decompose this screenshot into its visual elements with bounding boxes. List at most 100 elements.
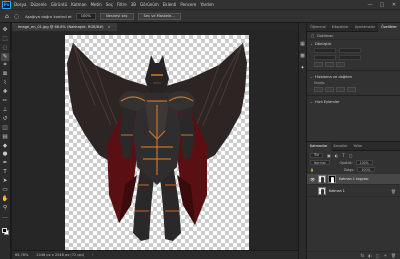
x-field[interactable] — [314, 55, 336, 60]
move-tool-icon[interactable]: ✥ — [1, 26, 9, 34]
zoom-tool-icon[interactable]: ⚲ — [1, 204, 9, 212]
frame-tool-icon[interactable]: ⊠ — [1, 70, 9, 78]
menu-file[interactable]: Dosya — [14, 2, 26, 7]
close-window-icon[interactable]: ✕ — [388, 0, 400, 9]
align-section[interactable]: ⌄ Hizalama ve dağıtım — [307, 73, 400, 80]
width-field[interactable] — [314, 48, 336, 53]
type-tool-icon[interactable]: T — [1, 168, 9, 176]
home-icon[interactable]: ⌂ — [5, 13, 9, 20]
flip-h-button[interactable] — [325, 62, 334, 67]
knight-artwork — [67, 42, 247, 241]
layer-row[interactable]: Katman 1 🗑 — [307, 186, 400, 197]
fx-icon[interactable]: fx — [361, 253, 365, 258]
document-canvas[interactable] — [65, 35, 249, 250]
sample-size-field[interactable]: 100% — [75, 12, 96, 20]
layer-name[interactable]: Katman 1 kopyası — [339, 177, 368, 181]
foreground-color-swatch[interactable] — [2, 228, 7, 233]
tab-layers[interactable]: Katmanlar — [307, 141, 331, 151]
brush-tool-icon[interactable]: ✏ — [1, 97, 9, 105]
quick-selection-tool-icon[interactable]: ✎ — [1, 52, 9, 61]
transform-section[interactable]: ⌄ Dönüştür — [307, 40, 400, 47]
menu-plugins[interactable]: Eklenti — [163, 2, 177, 7]
menu-help[interactable]: Yardım — [200, 2, 213, 7]
eraser-tool-icon[interactable]: ◫ — [1, 124, 9, 132]
document-icon: ▢ — [311, 33, 315, 38]
properties-panel-tabs: Öğrenme Kitaplıklar Ayarlamalar Özellikl… — [307, 22, 400, 32]
lasso-tool-icon[interactable]: ◌ — [1, 44, 9, 52]
layer-mask-thumbnail[interactable] — [328, 175, 336, 183]
menu-image[interactable]: Görüntü — [51, 2, 67, 7]
eyedropper-tool-icon[interactable]: ⌇ — [1, 79, 9, 87]
dodge-tool-icon[interactable]: ● — [1, 150, 9, 158]
brush-settings-icon[interactable]: ✦ — [300, 65, 304, 71]
canvas-workspace[interactable] — [12, 31, 298, 250]
hand-tool-icon[interactable]: ✋ — [1, 195, 9, 203]
pen-tool-icon[interactable]: ✒ — [1, 159, 9, 167]
menu-type[interactable]: Metin — [91, 2, 102, 7]
tab-channels[interactable]: Kanallar — [331, 142, 351, 151]
select-subject-button[interactable]: Nesneyi seç — [99, 12, 134, 20]
eye-icon[interactable]: 👁 — [309, 177, 316, 182]
zoom-level[interactable]: 66,78% — [15, 253, 28, 257]
history-panel-icon[interactable]: ▦ — [300, 41, 305, 47]
options-bar: ⌂ ◌ Aşağıya doğru kontrol et 100% Nesney… — [0, 9, 400, 23]
align-right-button[interactable] — [336, 87, 345, 92]
close-tab-icon[interactable]: × — [108, 25, 111, 29]
menu-select[interactable]: Seç — [106, 2, 113, 7]
fill-field[interactable]: 100% — [357, 167, 375, 172]
rotate-button[interactable] — [314, 62, 323, 67]
marquee-tool-icon[interactable]: ⬚ — [1, 35, 9, 43]
path-selection-tool-icon[interactable]: ➤ — [1, 177, 9, 185]
quick-actions-section[interactable]: ⌄ Hızlı Eylemler — [307, 98, 400, 105]
image-filter-icon[interactable]: ▣ — [327, 153, 331, 158]
more-tools-icon[interactable]: … — [1, 213, 9, 221]
menu-3d[interactable]: 3B — [131, 2, 136, 7]
align-left-button[interactable] — [314, 87, 323, 92]
opacity-field[interactable]: 100% — [355, 160, 373, 165]
tab-adjustments[interactable]: Ayarlamalar — [352, 23, 378, 32]
status-arrow-icon[interactable]: › — [92, 253, 93, 257]
adjustment-filter-icon[interactable]: ◐ — [335, 153, 339, 158]
clone-stamp-tool-icon[interactable]: ⊥ — [1, 106, 9, 114]
menu-filter[interactable]: Filtre — [117, 2, 127, 7]
minimize-icon[interactable]: — — [364, 0, 376, 9]
height-field[interactable] — [339, 48, 361, 53]
adjustment-layer-icon[interactable]: ◐ — [368, 253, 372, 258]
delete-layer-icon[interactable]: 🗑 — [391, 253, 396, 258]
filter-kind-select[interactable]: Tür — [310, 152, 324, 158]
blend-mode-select[interactable]: Normal — [310, 160, 330, 165]
menu-edit[interactable]: Düzenle — [30, 2, 46, 7]
y-field[interactable] — [339, 55, 361, 60]
rectangle-tool-icon[interactable]: ▭ — [1, 186, 9, 194]
tab-properties[interactable]: Özellikler — [378, 22, 400, 32]
type-filter-icon[interactable]: T — [342, 153, 344, 158]
gradient-tool-icon[interactable]: ▤ — [1, 133, 9, 141]
history-brush-tool-icon[interactable]: ↺ — [1, 115, 9, 123]
healing-brush-tool-icon[interactable]: ✚ — [1, 88, 9, 96]
maximize-icon[interactable]: □ — [376, 0, 388, 9]
tab-libraries[interactable]: Kitaplıklar — [329, 23, 352, 32]
group-icon[interactable]: ▢ — [376, 253, 380, 258]
lock-icon[interactable]: 🔒 — [310, 168, 314, 172]
align-top-button[interactable] — [347, 87, 356, 92]
new-layer-icon[interactable]: + — [384, 253, 387, 258]
quick-selection-tool-icon[interactable]: ◌ — [14, 13, 19, 20]
crop-tool-icon[interactable]: ⌗ — [1, 62, 9, 70]
align-center-button[interactable] — [325, 87, 334, 92]
select-and-mask-button[interactable]: Seç ve Maskele... — [137, 12, 181, 20]
auto-select-label[interactable]: Aşağıya doğru kontrol et — [25, 14, 72, 19]
layer-row[interactable]: 👁 Katman 1 kopyası — [307, 174, 400, 185]
blur-tool-icon[interactable]: ◆ — [1, 142, 9, 150]
menu-layer[interactable]: Katman — [71, 2, 86, 7]
tab-paths[interactable]: Yollar — [350, 142, 365, 151]
trash-icon[interactable]: 🗑 — [391, 189, 396, 194]
flip-v-button[interactable] — [336, 62, 345, 67]
menu-window[interactable]: Pencere — [180, 2, 196, 7]
properties-doc-row: ▢ Doküman — [307, 32, 400, 40]
layer-name[interactable]: Katman 1 — [329, 189, 345, 193]
shape-filter-icon[interactable]: ▢ — [349, 153, 353, 158]
tab-learn[interactable]: Öğrenme — [307, 23, 329, 32]
menu-view[interactable]: Görünüm — [140, 2, 159, 7]
swatches-panel-icon[interactable]: ▩ — [300, 53, 305, 59]
document-tab[interactable]: Image_en_01.jpg @ 66,8% (Nakkaşlık, RGB/… — [12, 23, 117, 31]
